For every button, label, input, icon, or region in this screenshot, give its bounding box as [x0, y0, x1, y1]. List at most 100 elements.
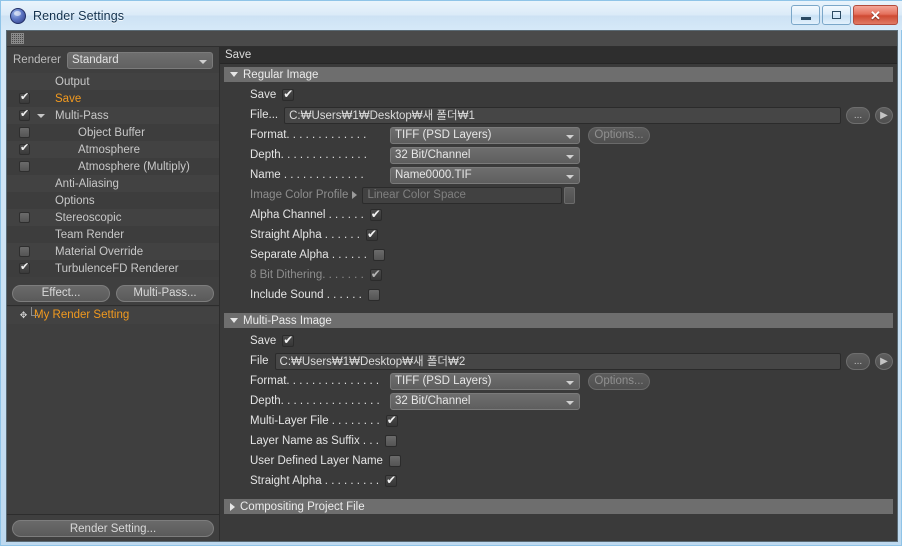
- sidebar-item-save[interactable]: Save: [7, 90, 219, 107]
- sidebar-item-output[interactable]: Output: [7, 73, 219, 90]
- sidebar-item-label: Anti-Aliasing: [55, 177, 119, 190]
- group-header-regular-image[interactable]: Regular Image: [224, 67, 893, 82]
- dropdown-value: 32 Bit/Channel: [395, 395, 471, 407]
- chevron-right-icon[interactable]: [230, 502, 235, 511]
- checkbox-material-override[interactable]: [19, 246, 30, 257]
- drag-grip-icon[interactable]: [11, 33, 24, 44]
- property-row-straight-alpha: Straight Alpha . . . . . . . . .: [224, 471, 893, 491]
- color-profile-picker-button[interactable]: [564, 186, 576, 204]
- property-label: Separate Alpha . . . . . .: [250, 249, 367, 261]
- sidebar-item-stereoscopic[interactable]: Stereoscopic: [7, 209, 219, 226]
- property-label: Multi-Layer File . . . . . . . .: [250, 415, 380, 427]
- chevron-down-icon: [199, 59, 207, 64]
- checkbox-8-bit-dithering[interactable]: [369, 267, 382, 281]
- browse-button[interactable]: ...: [846, 352, 870, 370]
- settings-tree: Output Save Multi-Pass Object Buffer Atmosph…: [7, 73, 219, 281]
- body-split: Renderer Standard Output Save Multi-Pass Ob…: [7, 47, 897, 541]
- dropdown-depth[interactable]: 32 Bit/Channel: [390, 392, 580, 410]
- render-setting-button[interactable]: Render Setting...: [12, 520, 214, 537]
- sidebar-item-label: Options: [55, 194, 95, 207]
- close-button[interactable]: ✕: [853, 5, 898, 25]
- maximize-icon: [832, 11, 841, 19]
- client-area: Renderer Standard Output Save Multi-Pass Ob…: [6, 30, 898, 542]
- checkbox-object-buffer[interactable]: [19, 127, 30, 138]
- effect-button[interactable]: Effect...: [12, 284, 110, 302]
- close-icon: ✕: [870, 7, 881, 23]
- multipass-button[interactable]: Multi-Pass...: [116, 284, 214, 302]
- group-header-multi-pass-image[interactable]: Multi-Pass Image: [224, 313, 893, 328]
- dropdown-value: 32 Bit/Channel: [395, 149, 471, 161]
- file-path-input[interactable]: C:₩Users₩1₩Desktop₩새 폴더₩1: [284, 106, 841, 124]
- window-controls: ✕: [791, 5, 898, 25]
- renderer-dropdown[interactable]: Standard: [66, 51, 213, 69]
- sidebar-item-multi-pass[interactable]: Multi-Pass: [7, 107, 219, 124]
- sidebar-item-label: TurbulenceFD Renderer: [55, 262, 179, 275]
- chevron-right-icon[interactable]: [352, 191, 358, 199]
- checkbox-turbulencefd-renderer[interactable]: [19, 261, 30, 274]
- chevron-down-icon: [566, 174, 574, 179]
- sidebar-item-atmosphere-multiply[interactable]: Atmosphere (Multiply): [7, 158, 219, 175]
- property-label: Straight Alpha . . . . . .: [250, 229, 360, 241]
- checkbox-user-defined-layer-name[interactable]: [388, 455, 401, 467]
- file-options-arrow-button[interactable]: ▶: [875, 352, 893, 370]
- renderer-value: Standard: [71, 54, 119, 66]
- checkbox-multi-pass[interactable]: [19, 108, 30, 121]
- minimize-icon: [800, 16, 811, 20]
- dropdown-format[interactable]: TIFF (PSD Layers): [390, 372, 580, 390]
- sidebar-item-anti-aliasing[interactable]: Anti-Aliasing: [7, 175, 219, 192]
- renderer-label: Renderer: [13, 54, 61, 66]
- sidebar-item-object-buffer[interactable]: Object Buffer: [7, 124, 219, 141]
- checkbox-save[interactable]: [282, 333, 295, 347]
- sidebar-item-options[interactable]: Options: [7, 192, 219, 209]
- sidebar-item-team-render[interactable]: Team Render: [7, 226, 219, 243]
- property-label: Format. . . . . . . . . . . . . . .: [250, 375, 380, 387]
- checkbox-atmosphere-multiply[interactable]: [19, 161, 30, 172]
- file-path-input[interactable]: C:₩Users₩1₩Desktop₩새 폴더₩2: [274, 352, 841, 370]
- checkbox-layer-name-as-suffix[interactable]: [384, 435, 397, 447]
- chevron-down-icon[interactable]: [230, 72, 238, 77]
- checkbox-straight-alpha[interactable]: [365, 227, 378, 241]
- checkbox-straight-alpha[interactable]: [385, 473, 398, 487]
- breadcrumb: Save: [220, 47, 897, 64]
- options-button[interactable]: Options...: [588, 126, 650, 144]
- checkbox-multi-layer-file[interactable]: [385, 413, 398, 427]
- property-label: 8 Bit Dithering. . . . . . .: [250, 269, 364, 281]
- checkbox-alpha-channel[interactable]: [369, 207, 382, 221]
- group-title: Multi-Pass Image: [243, 314, 332, 327]
- sidebar-item-label: Atmosphere (Multiply): [78, 160, 190, 173]
- property-label: Depth. . . . . . . . . . . . . .: [250, 149, 367, 161]
- dropdown-format[interactable]: TIFF (PSD Layers): [390, 126, 580, 144]
- checkbox-separate-alpha[interactable]: [373, 249, 385, 261]
- checkbox-atmosphere[interactable]: [19, 142, 30, 155]
- sidebar-item-material-override[interactable]: Material Override: [7, 243, 219, 260]
- options-button[interactable]: Options...: [588, 372, 650, 390]
- list-item-my-render-setting[interactable]: ✥ My Render Setting: [7, 306, 219, 324]
- settings-panel: Save Regular Image Save File... C:₩Users₩1₩…: [220, 47, 897, 541]
- minimize-button[interactable]: [791, 5, 820, 25]
- property-label: Format. . . . . . . . . . . . .: [250, 129, 367, 141]
- property-row-save: Save: [224, 85, 893, 105]
- dropdown-name[interactable]: Name0000.TIF: [390, 166, 580, 184]
- renderer-row: Renderer Standard: [7, 47, 219, 73]
- dropdown-value: TIFF (PSD Layers): [395, 375, 492, 387]
- file-options-arrow-button[interactable]: ▶: [875, 106, 893, 124]
- chevron-down-icon: [566, 154, 574, 159]
- property-row-format: Format. . . . . . . . . . . . . . . TIFF …: [224, 371, 893, 391]
- chevron-down-icon[interactable]: [37, 114, 45, 118]
- chevron-down-icon[interactable]: [230, 318, 238, 323]
- checkbox-save[interactable]: [282, 87, 295, 101]
- group-title: Compositing Project File: [240, 500, 365, 513]
- sidebar-item-turbulencefd-renderer[interactable]: TurbulenceFD Renderer: [7, 260, 219, 277]
- sidebar-item-atmosphere[interactable]: Atmosphere: [7, 141, 219, 158]
- color-profile-input[interactable]: Linear Color Space: [362, 186, 563, 204]
- checkbox-save[interactable]: [19, 91, 30, 104]
- property-label: Layer Name as Suffix . . .: [250, 435, 379, 447]
- property-label: Save: [250, 89, 277, 101]
- browse-button[interactable]: ...: [846, 106, 870, 124]
- group-title: Regular Image: [243, 68, 319, 81]
- dropdown-depth[interactable]: 32 Bit/Channel: [390, 146, 580, 164]
- checkbox-include-sound[interactable]: [367, 289, 380, 301]
- checkbox-stereoscopic[interactable]: [19, 212, 30, 223]
- maximize-button[interactable]: [822, 5, 851, 25]
- group-header-compositing-project-file[interactable]: Compositing Project File: [224, 499, 893, 514]
